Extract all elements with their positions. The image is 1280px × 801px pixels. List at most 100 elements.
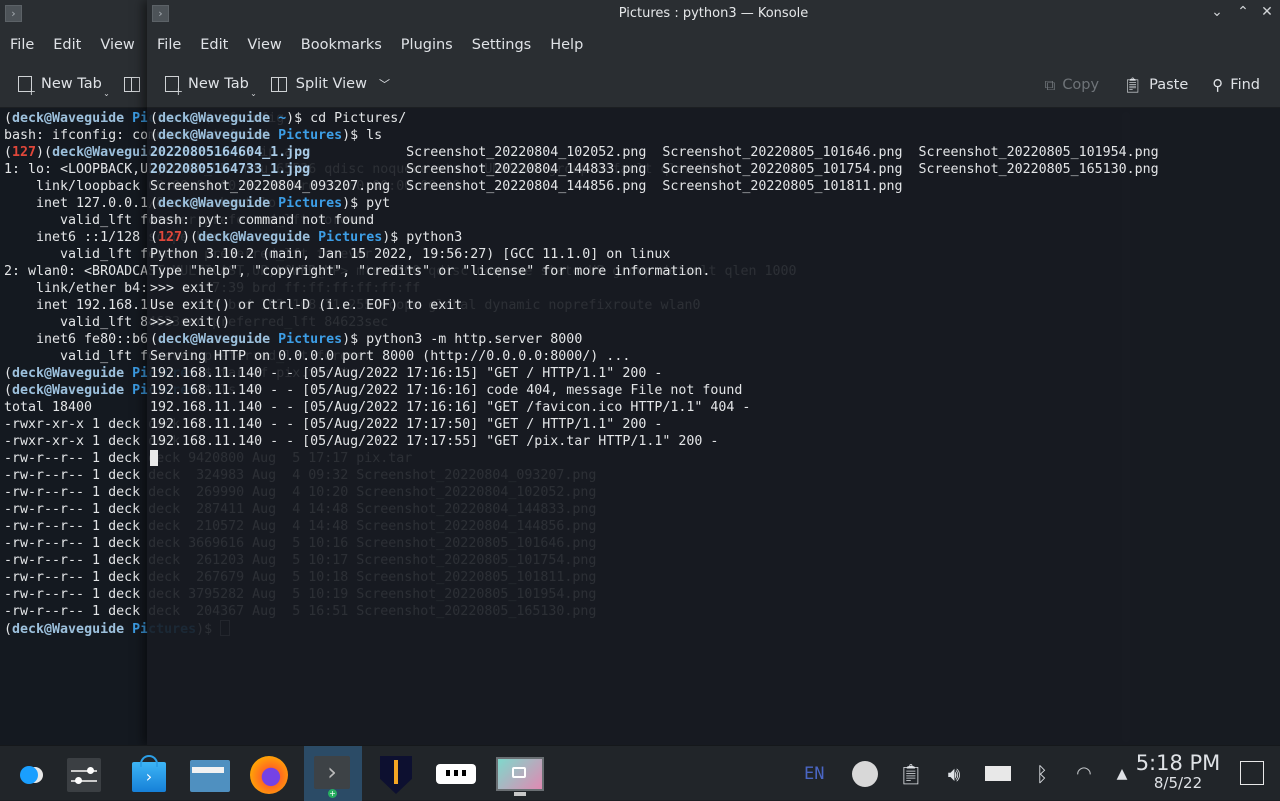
steam-icon[interactable]: [844, 760, 886, 787]
spectacle-screenshot-icon[interactable]: [494, 752, 546, 796]
terminal-line: 192.168.11.140 - - [05/Aug/2022 17:16:16…: [150, 382, 1280, 399]
terminal-text: (: [4, 383, 13, 398]
steam-deck-icon[interactable]: [8, 752, 52, 796]
system-settings-icon[interactable]: [65, 752, 109, 796]
terminal-text: (: [4, 366, 13, 381]
window-chrome: › Pictures : python3 — Konsole ⌄ ⌃ ✕ Fil…: [147, 0, 1280, 108]
terminal-text: Type "help", "copyright", "credits" or "…: [150, 264, 711, 279]
terminal-text: deck@Waveguide: [12, 111, 133, 126]
new-tab-button[interactable]: New Tab⌄: [165, 76, 257, 98]
paste-button[interactable]: 📋︎ Paste: [1123, 76, 1188, 94]
firefox-icon[interactable]: [248, 752, 292, 796]
menu-help[interactable]: Help: [550, 37, 583, 53]
terminal-output[interactable]: (deck@Waveguide ~)$ cd Pictures/(deck@Wa…: [147, 108, 1280, 745]
terminal-text: deck@Waveguide: [198, 230, 319, 245]
retroarch-icon[interactable]: [434, 752, 478, 796]
konsole-icon[interactable]: › +: [304, 746, 362, 801]
terminal-text: )(: [36, 145, 53, 160]
menu-view[interactable]: View: [247, 37, 281, 53]
chevron-down-icon[interactable]: ﹀: [379, 76, 390, 92]
terminal-line: 20220805164733_1.jpg Screenshot_20220804…: [150, 161, 1280, 178]
terminal-text: Pictures: [278, 196, 343, 211]
terminal-text: (: [150, 332, 159, 347]
chevron-down-icon: ⌄: [103, 89, 110, 98]
chevron-down-icon: ⌄: [250, 89, 257, 98]
terminal-text: Pictures: [278, 128, 343, 143]
menu-file[interactable]: File: [157, 37, 181, 53]
new-tab-icon: [165, 76, 183, 98]
back-menubar: File Edit View: [10, 37, 154, 53]
clock[interactable]: 5:18 PM 8/5/22: [1128, 752, 1228, 792]
show-desktop-button[interactable]: [1240, 761, 1264, 785]
terminal-text: deck@Waveguide: [12, 622, 133, 637]
terminal-text: >>> exit: [150, 281, 215, 296]
menubar: File Edit View Bookmarks Plugins Setting…: [157, 37, 602, 53]
terminal-line: bash: pyt: command not found: [150, 212, 1280, 229]
split-view-button[interactable]: Split View ﹀: [270, 76, 390, 92]
terminal-text: ~: [278, 111, 287, 126]
terminal-text: (: [150, 111, 159, 126]
terminal-text: 192.168.11.140 - - [05/Aug/2022 17:16:15…: [150, 366, 663, 381]
menu-plugins[interactable]: Plugins: [401, 37, 453, 53]
terminal-line: Type "help", "copyright", "credits" or "…: [150, 263, 1280, 280]
terminal-line: >>> exit(): [150, 314, 1280, 331]
minimize-button[interactable]: ⌄: [1206, 4, 1228, 20]
terminal-text: deck@Waveguide: [158, 111, 279, 126]
wifi-icon[interactable]: ◠: [1064, 763, 1104, 784]
terminal-text: )$ ls: [342, 128, 383, 143]
terminal-line: Python 3.10.2 (main, Jan 15 2022, 19:56:…: [150, 246, 1280, 263]
terminal-text: 20220805164733_1.jpg: [150, 162, 311, 177]
terminal-line: 192.168.11.140 - - [05/Aug/2022 17:16:15…: [150, 365, 1280, 382]
terminal-text: )$ cd Pictures/: [286, 111, 407, 126]
bluetooth-icon[interactable]: ᛒ: [1020, 762, 1064, 786]
terminal-text: inet6 fe80::b6: [4, 332, 149, 347]
split-view-button[interactable]: [123, 76, 149, 92]
terminal-line: (deck@Waveguide Pictures)$ pyt: [150, 195, 1280, 212]
copy-button[interactable]: ⧉ Copy: [1045, 76, 1100, 94]
find-button[interactable]: ⚲ Find: [1212, 76, 1260, 94]
terminal-text: )$ pyt: [342, 196, 391, 211]
clipboard-icon[interactable]: 📋︎: [890, 762, 932, 786]
terminal-text: deck@Waveguide: [158, 196, 279, 211]
copy-icon: ⧉: [1044, 76, 1056, 94]
terminal-icon[interactable]: ›: [5, 5, 22, 22]
cursor: [150, 450, 158, 466]
terminal-text: (: [4, 111, 13, 126]
terminal-text: )(: [182, 230, 199, 245]
split-view-icon: [123, 76, 140, 92]
menu-edit[interactable]: Edit: [53, 37, 81, 53]
maximize-button[interactable]: ⌃: [1232, 4, 1254, 20]
battery-icon[interactable]: [976, 766, 1020, 781]
konsole-window[interactable]: › Pictures : python3 — Konsole ⌄ ⌃ ✕ Fil…: [147, 0, 1280, 745]
search-icon: ⚲: [1212, 76, 1224, 94]
terminal-text: )$ python3: [382, 230, 463, 245]
terminal-text: deck@Waveguide: [12, 383, 133, 398]
dolphin-files-icon[interactable]: [188, 752, 232, 796]
terminal-text: )$ python3 -m http.server 8000: [342, 332, 583, 347]
terminal-line: Serving HTTP on 0.0.0.0 port 8000 (http:…: [150, 348, 1280, 365]
terminal-text: 20220805164604_1.jpg: [150, 145, 311, 160]
taskbar: › › + EN 📋︎ 🔊︎ ᛒ ◠ ▲ 5:18 PM 8/5/22: [0, 745, 1280, 801]
menu-settings[interactable]: Settings: [472, 37, 531, 53]
menu-edit[interactable]: Edit: [200, 37, 228, 53]
terminal-text: bash: pyt: command not found: [150, 213, 375, 228]
heroic-launcher-icon[interactable]: [374, 752, 418, 796]
discover-store-icon[interactable]: ›: [128, 752, 172, 796]
terminal-text: Screenshot_20220804_102052.png Screensho…: [310, 145, 1159, 160]
volume-icon[interactable]: 🔊︎: [932, 762, 976, 786]
terminal-text: 192.168.11.140 - - [05/Aug/2022 17:17:50…: [150, 417, 663, 432]
close-button[interactable]: ✕: [1256, 4, 1278, 20]
menu-view[interactable]: View: [100, 37, 134, 53]
terminal-text: deck@Waveguide: [12, 366, 133, 381]
menu-bookmarks[interactable]: Bookmarks: [301, 37, 382, 53]
terminal-line: Screenshot_20220804_093207.png Screensho…: [150, 178, 1280, 195]
terminal-text: 192.168.11.140 - - [05/Aug/2022 17:17:55…: [150, 434, 719, 449]
terminal-text: 192.168.11.140 - - [05/Aug/2022 17:16:16…: [150, 400, 751, 415]
menu-file[interactable]: File: [10, 37, 34, 53]
terminal-text: (: [150, 128, 159, 143]
system-tray: EN 📋︎ 🔊︎ ᛒ ◠ ▲: [804, 746, 1140, 801]
keyboard-layout-indicator[interactable]: EN: [804, 764, 844, 784]
terminal-text: 192.168.11.140 - - [05/Aug/2022 17:16:16…: [150, 383, 743, 398]
terminal-text: >>> exit(): [150, 315, 231, 330]
new-tab-button[interactable]: New Tab⌄: [18, 76, 110, 98]
